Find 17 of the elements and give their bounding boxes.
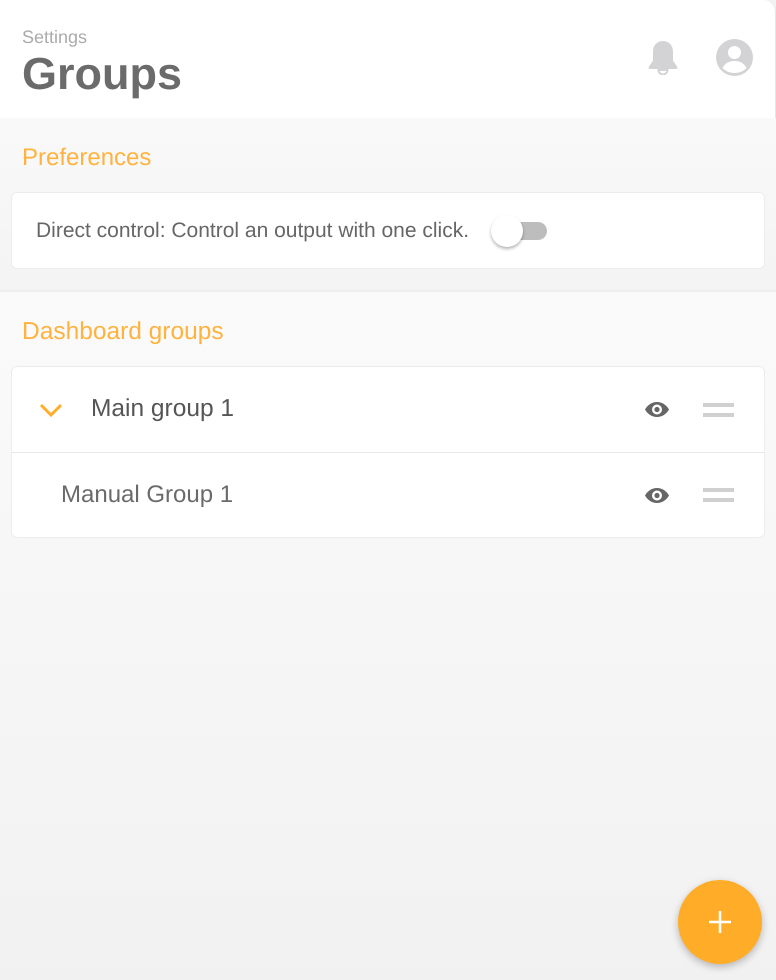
eye-icon[interactable] [645, 402, 669, 417]
eye-icon[interactable] [645, 488, 669, 502]
chevron-icon[interactable] [39, 402, 63, 416]
toggle-switch[interactable] [491, 214, 548, 246]
drag-handle-icon[interactable] [703, 488, 734, 502]
section-heading: Preferences [21, 143, 152, 173]
group-name: Main group 1 [91, 394, 236, 424]
page-title: Groups [22, 48, 182, 100]
group-row[interactable]: Main group 1 [12, 367, 764, 452]
direct-control-label: Direct control: Control an output with one click. [36, 218, 470, 244]
group-name: Manual Group 1 [61, 480, 234, 510]
subgroup-row[interactable]: Manual Group 1 [12, 452, 764, 537]
bell-icon[interactable] [648, 40, 678, 74]
section-heading: Dashboard groups [21, 317, 225, 347]
plus-icon [709, 911, 731, 933]
drag-handle-icon[interactable] [703, 402, 734, 416]
user-avatar-icon[interactable] [716, 39, 753, 76]
